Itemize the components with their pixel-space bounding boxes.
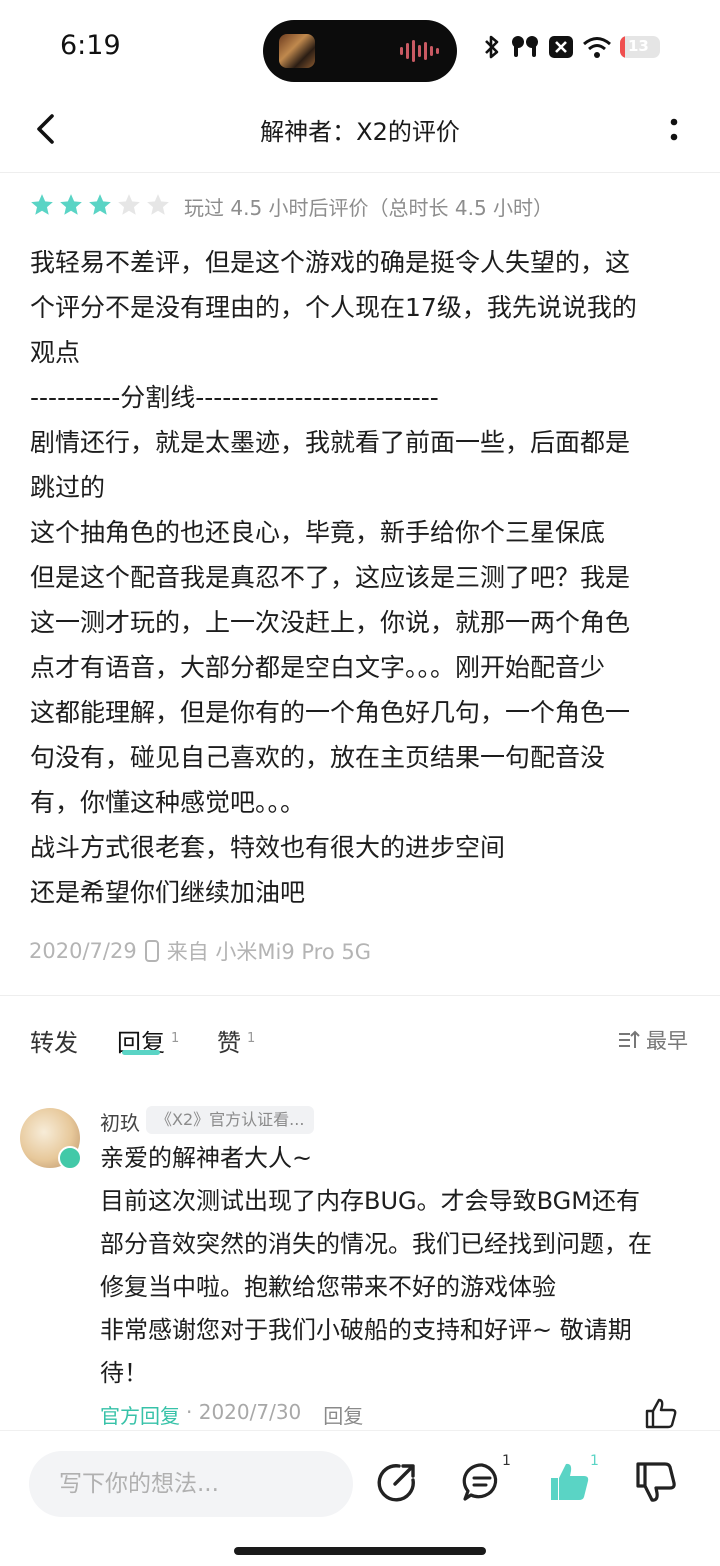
thumbs-up-icon[interactable] bbox=[644, 1396, 678, 1430]
review-date-row: 2020/7/29 来自 小米Mi9 Pro 5G bbox=[29, 936, 371, 966]
star-icon bbox=[60, 194, 82, 215]
phone-icon bbox=[144, 940, 159, 962]
star-icon bbox=[118, 194, 140, 215]
now-playing-artwork bbox=[279, 34, 315, 68]
tab-like-label: 赞 bbox=[217, 1029, 241, 1057]
like-icon[interactable] bbox=[547, 1460, 591, 1504]
reply-line: 待！ bbox=[100, 1359, 148, 1387]
header-divider bbox=[0, 172, 720, 173]
official-reply-label: 官方回复 bbox=[100, 1404, 180, 1428]
reply-text: 亲爱的解神者大人~ 目前这次测试出现了内存BUG。才会导致BGM还有 部分音效突… bbox=[100, 1137, 692, 1395]
dynamic-island[interactable] bbox=[263, 20, 457, 82]
sort-icon bbox=[619, 1030, 640, 1048]
review-line: 跳过的 bbox=[30, 473, 106, 502]
star-icon bbox=[89, 194, 111, 215]
comment-count: 1 bbox=[502, 1453, 511, 1469]
reply-date: · 2020/7/30 bbox=[186, 1400, 302, 1424]
review-line: 但是这个配音我是真忍不了，这应该是三测了吧？我是 bbox=[30, 563, 631, 592]
active-tab-indicator bbox=[122, 1050, 160, 1055]
review-line: 这一测才玩的，上一次没赶上，你说，就那一两个角色 bbox=[30, 608, 631, 637]
battery-level: 13 bbox=[628, 37, 649, 55]
play-time-meta: 玩过 4.5 小时后评价（总时长 4.5 小时） bbox=[184, 196, 554, 220]
page-title: 解神者：X2的评价 bbox=[260, 118, 460, 146]
section-divider bbox=[0, 995, 720, 996]
star-icon bbox=[147, 194, 169, 215]
status-icons: 13 bbox=[482, 34, 660, 60]
reply-action-button[interactable]: 回复 bbox=[323, 1400, 363, 1429]
reply-line: 目前这次测试出现了内存BUG。才会导致BGM还有 bbox=[100, 1187, 640, 1215]
star-icon bbox=[31, 194, 53, 215]
sort-label: 最早 bbox=[646, 1029, 688, 1053]
review-line: ----------分割线--------------------------- bbox=[30, 383, 439, 412]
audio-wave-icon bbox=[400, 40, 439, 62]
review-line: 还是希望你们继续加油吧 bbox=[30, 878, 306, 907]
sort-button[interactable]: 最早 bbox=[618, 1025, 688, 1055]
review-line: 点才有语音，大部分都是空白文字。。。刚开始配音少 bbox=[30, 653, 606, 682]
tab-forward[interactable]: 转发 bbox=[30, 1023, 78, 1058]
like-count: 1 bbox=[590, 1453, 599, 1469]
review-line: 观点 bbox=[30, 338, 81, 367]
reply-author-name[interactable]: 初玖 bbox=[100, 1107, 140, 1136]
official-badge: 《X2》官方认证看... bbox=[146, 1106, 315, 1134]
review-line: 我轻易不差评，但是这个游戏的确是挺令人失望的，这 bbox=[30, 248, 631, 277]
home-indicator[interactable] bbox=[234, 1547, 486, 1555]
tab-reply-count: 1 bbox=[171, 1031, 180, 1046]
no-sim-icon bbox=[549, 36, 573, 58]
reply-line: 修复当中啦。抱歉给您带来不好的游戏体验 bbox=[100, 1273, 556, 1301]
battery-indicator: 13 bbox=[620, 36, 660, 58]
tab-like[interactable]: 赞1 bbox=[217, 1023, 255, 1058]
reply-line: 亲爱的解神者大人~ bbox=[100, 1144, 313, 1172]
reply-meta: 官方回复 · 2020/7/30 回复 bbox=[100, 1400, 363, 1429]
verified-icon bbox=[58, 1146, 82, 1170]
share-icon[interactable] bbox=[375, 1460, 419, 1504]
review-line: 个评分不是没有理由的，个人现在17级，我先说说我的 bbox=[30, 293, 637, 322]
tab-like-count: 1 bbox=[247, 1031, 256, 1046]
review-text: 我轻易不差评，但是这个游戏的确是挺令人失望的，这 个评分不是没有理由的，个人现在… bbox=[30, 240, 694, 915]
status-time: 6:19 bbox=[60, 30, 121, 61]
avatar[interactable] bbox=[20, 1108, 82, 1170]
dislike-icon[interactable] bbox=[634, 1460, 678, 1504]
review-line: 剧情还行，就是太墨迹，我就看了前面一些，后面都是 bbox=[30, 428, 631, 457]
review-device: 来自 小米Mi9 Pro 5G bbox=[166, 940, 371, 964]
tab-forward-label: 转发 bbox=[30, 1029, 78, 1057]
reply-line: 非常感谢您对于我们小破船的支持和好评~ 敬请期 bbox=[100, 1316, 632, 1344]
wifi-icon bbox=[583, 37, 611, 58]
review-line: 这都能理解，但是你有的一个角色好几句，一个角色一 bbox=[30, 698, 631, 727]
rating-stars bbox=[29, 192, 171, 218]
review-line: 这个抽角色的也还良心，毕竟，新手给你个三星保底 bbox=[30, 518, 606, 547]
review-line: 有，你懂这种感觉吧。。。 bbox=[30, 788, 306, 817]
reply-line: 部分音效突然的消失的情况。我们已经找到问题，在 bbox=[100, 1230, 652, 1258]
review-line: 战斗方式很老套，特效也有很大的进步空间 bbox=[30, 833, 506, 862]
bluetooth-icon bbox=[485, 35, 499, 59]
comment-input[interactable]: 写下你的想法... bbox=[29, 1451, 353, 1517]
earbuds-icon bbox=[512, 36, 538, 57]
comment-icon[interactable] bbox=[460, 1460, 504, 1504]
more-options-icon[interactable] bbox=[664, 112, 684, 148]
review-line: 句没有，碰见自己喜欢的，放在主页结果一句配音没 bbox=[30, 743, 606, 772]
review-date: 2020/7/29 bbox=[29, 939, 137, 963]
